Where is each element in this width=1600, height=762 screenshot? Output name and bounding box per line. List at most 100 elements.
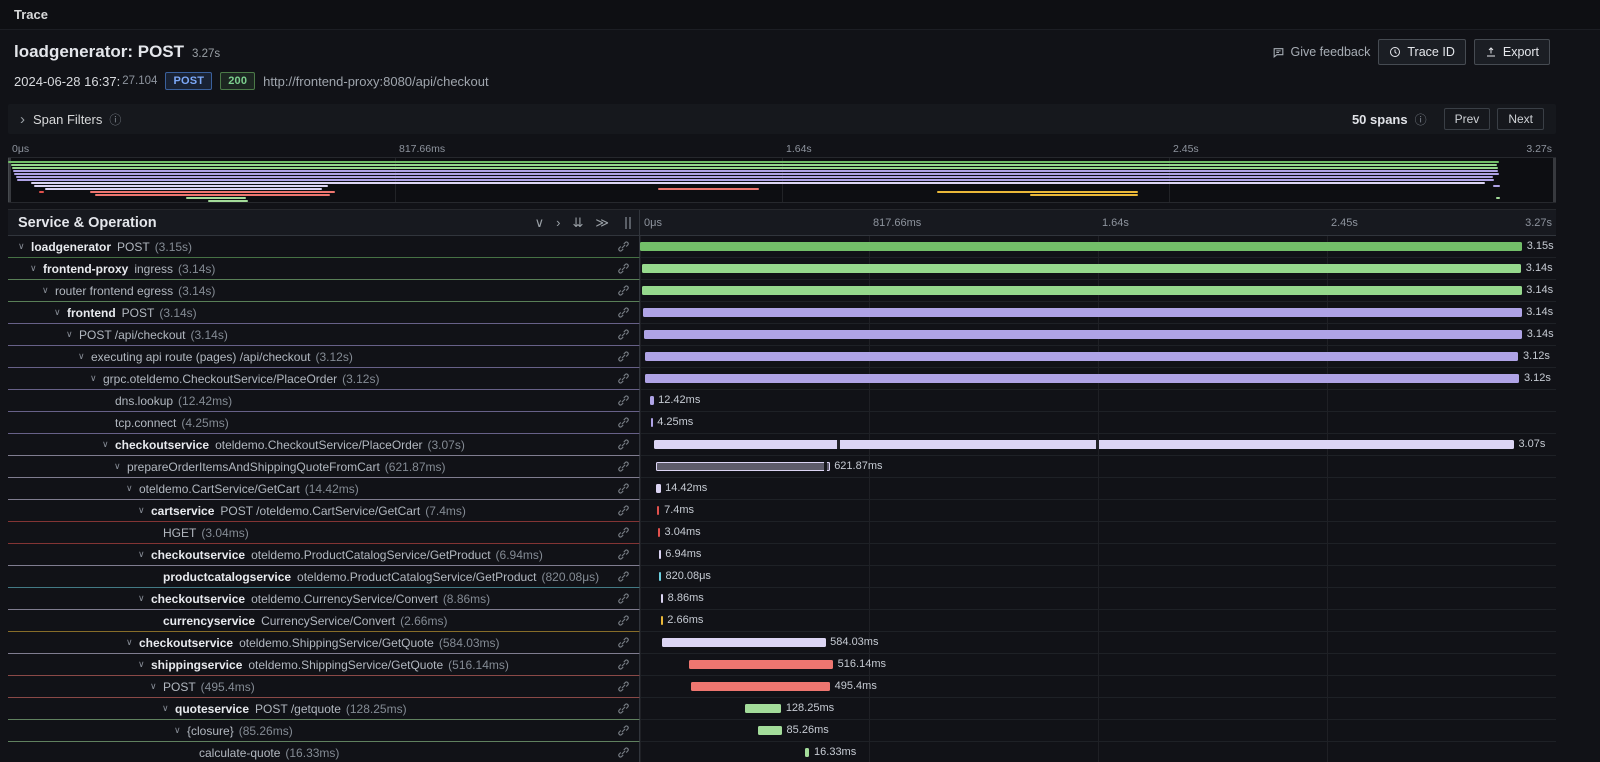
minimap-canvas[interactable]: [8, 157, 1556, 203]
chevron-down-icon[interactable]: ∨: [162, 704, 175, 713]
span-name-cell[interactable]: ∨ {closure} (85.26ms): [8, 720, 640, 742]
span-bar[interactable]: [657, 506, 659, 515]
info-icon[interactable]: ⓘ: [1415, 111, 1427, 128]
chevron-down-icon[interactable]: ∨: [138, 506, 151, 515]
span-bar[interactable]: [689, 660, 834, 669]
span-timeline-cell[interactable]: 3.04ms: [640, 522, 1556, 544]
span-timeline-cell[interactable]: 8.86ms: [640, 588, 1556, 610]
chevron-down-icon[interactable]: ∨: [78, 352, 91, 361]
collapse-all-icon[interactable]: ⇊: [572, 216, 583, 229]
span-name-cell[interactable]: ∨ calculate-quote (16.33ms): [8, 742, 640, 762]
chevron-down-icon[interactable]: ∨: [126, 484, 139, 493]
chevron-down-icon[interactable]: ∨: [138, 550, 151, 559]
span-timeline-cell[interactable]: 3.12s: [640, 368, 1556, 390]
span-link-icon[interactable]: [611, 724, 639, 737]
export-button[interactable]: Export: [1474, 39, 1550, 65]
span-name-cell[interactable]: ∨ oteldemo.CartService/GetCart (14.42ms): [8, 478, 640, 500]
span-timeline-cell[interactable]: 3.14s: [640, 258, 1556, 280]
span-link-icon[interactable]: [611, 460, 639, 473]
span-link-icon[interactable]: [611, 614, 639, 627]
span-name-cell[interactable]: ∨ executing api route (pages) /api/check…: [8, 346, 640, 368]
chevron-down-icon[interactable]: ∨: [42, 286, 55, 295]
span-bar[interactable]: [642, 264, 1521, 273]
span-timeline-cell[interactable]: 7.4ms: [640, 500, 1556, 522]
span-name-cell[interactable]: ∨ shippingservice oteldemo.ShippingServi…: [8, 654, 640, 676]
span-timeline-cell[interactable]: 820.08μs: [640, 566, 1556, 588]
span-timeline-cell[interactable]: 621.87ms: [640, 456, 1556, 478]
span-link-icon[interactable]: [611, 306, 639, 319]
info-icon[interactable]: ⓘ: [109, 111, 121, 128]
span-timeline-cell[interactable]: 516.14ms: [640, 654, 1556, 676]
span-timeline-cell[interactable]: 3.14s: [640, 324, 1556, 346]
next-button[interactable]: Next: [1497, 108, 1544, 130]
span-bar[interactable]: [651, 418, 653, 427]
span-link-icon[interactable]: [611, 592, 639, 605]
span-timeline-cell[interactable]: 3.12s: [640, 346, 1556, 368]
span-link-icon[interactable]: [611, 350, 639, 363]
span-link-icon[interactable]: [611, 438, 639, 451]
span-timeline-cell[interactable]: 85.26ms: [640, 720, 1556, 742]
span-bar[interactable]: [656, 462, 830, 471]
chevron-down-icon[interactable]: ∨: [90, 374, 103, 383]
span-bar[interactable]: [745, 704, 781, 713]
chevron-down-icon[interactable]: ∨: [150, 682, 163, 691]
span-bar[interactable]: [642, 286, 1521, 295]
span-link-icon[interactable]: [611, 284, 639, 297]
span-bar[interactable]: [650, 396, 653, 405]
expand-one-icon[interactable]: ›: [556, 216, 560, 229]
span-bar[interactable]: [658, 528, 660, 537]
span-name-cell[interactable]: ∨ router frontend egress (3.14s): [8, 280, 640, 302]
span-name-cell[interactable]: ∨ tcp.connect (4.25ms): [8, 412, 640, 434]
span-link-icon[interactable]: [611, 570, 639, 583]
column-resize-grip[interactable]: [625, 217, 631, 229]
span-name-cell[interactable]: ∨ HGET (3.04ms): [8, 522, 640, 544]
minimap-right-handle[interactable]: [1553, 158, 1556, 202]
span-link-icon[interactable]: [611, 702, 639, 715]
span-name-cell[interactable]: ∨ productcatalogservice oteldemo.Product…: [8, 566, 640, 588]
span-name-cell[interactable]: ∨ POST (495.4ms): [8, 676, 640, 698]
span-link-icon[interactable]: [611, 482, 639, 495]
span-name-cell[interactable]: ∨ loadgenerator POST (3.15s): [8, 236, 640, 258]
span-bar[interactable]: [661, 616, 663, 625]
span-timeline-cell[interactable]: 3.14s: [640, 280, 1556, 302]
span-bar[interactable]: [654, 440, 1514, 449]
span-timeline-cell[interactable]: 3.07s: [640, 434, 1556, 456]
span-name-cell[interactable]: ∨ cartservice POST /oteldemo.CartService…: [8, 500, 640, 522]
span-timeline-cell[interactable]: 495.4ms: [640, 676, 1556, 698]
span-name-cell[interactable]: ∨ checkoutservice oteldemo.CurrencyServi…: [8, 588, 640, 610]
span-timeline-cell[interactable]: 584.03ms: [640, 632, 1556, 654]
give-feedback-link[interactable]: Give feedback: [1272, 45, 1370, 59]
span-timeline-cell[interactable]: 6.94ms: [640, 544, 1556, 566]
chevron-down-icon[interactable]: ∨: [102, 440, 115, 449]
trace-id-button[interactable]: Trace ID: [1378, 39, 1465, 65]
span-bar[interactable]: [805, 748, 810, 757]
span-name-cell[interactable]: ∨ checkoutservice oteldemo.ProductCatalo…: [8, 544, 640, 566]
span-link-icon[interactable]: [611, 636, 639, 649]
span-link-icon[interactable]: [611, 372, 639, 385]
span-link-icon[interactable]: [611, 548, 639, 561]
span-bar[interactable]: [659, 550, 661, 559]
span-bar[interactable]: [662, 638, 826, 647]
expand-all-icon[interactable]: ≫: [595, 216, 609, 229]
span-name-cell[interactable]: ∨ currencyservice CurrencyService/Conver…: [8, 610, 640, 632]
span-link-icon[interactable]: [611, 262, 639, 275]
chevron-down-icon[interactable]: ∨: [174, 726, 187, 735]
chevron-down-icon[interactable]: ∨: [126, 638, 139, 647]
span-name-cell[interactable]: ∨ dns.lookup (12.42ms): [8, 390, 640, 412]
span-name-cell[interactable]: ∨ frontend-proxy ingress (3.14s): [8, 258, 640, 280]
prev-button[interactable]: Prev: [1444, 108, 1491, 130]
chevron-down-icon[interactable]: ∨: [66, 330, 79, 339]
chevron-down-icon[interactable]: ∨: [18, 242, 31, 251]
chevron-down-icon[interactable]: ∨: [114, 462, 127, 471]
chevron-down-icon[interactable]: ∨: [30, 264, 43, 273]
span-bar[interactable]: [640, 242, 1522, 251]
span-link-icon[interactable]: [611, 416, 639, 429]
span-link-icon[interactable]: [611, 328, 639, 341]
span-bar[interactable]: [645, 352, 1519, 361]
span-link-icon[interactable]: [611, 394, 639, 407]
span-link-icon[interactable]: [611, 526, 639, 539]
span-link-icon[interactable]: [611, 658, 639, 671]
collapse-one-icon[interactable]: ∨: [535, 216, 545, 229]
span-link-icon[interactable]: [611, 504, 639, 517]
chevron-down-icon[interactable]: ∨: [138, 594, 151, 603]
